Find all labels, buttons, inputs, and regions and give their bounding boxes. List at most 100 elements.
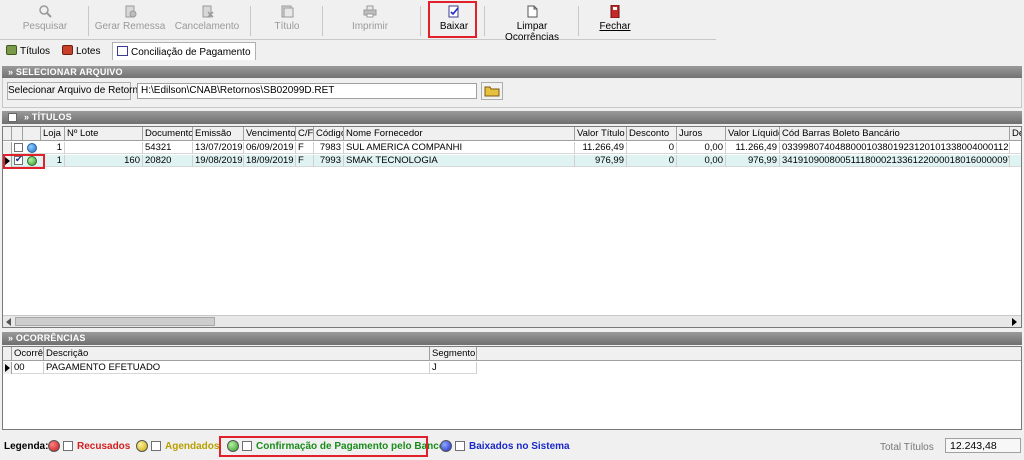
cell-desconto: 0	[627, 142, 677, 154]
col-cf[interactable]: C/F	[296, 127, 314, 141]
gerar-remessa-button[interactable]: Gerar Remessa	[94, 2, 166, 38]
toolbar-separator	[322, 6, 323, 36]
table-row[interactable]: 1 160 20820 19/08/2019 18/09/2019 F 7993…	[3, 154, 1021, 167]
tab-lotes-label: Lotes	[76, 46, 101, 57]
col-codigo[interactable]: Código	[314, 127, 344, 141]
col-loja[interactable]: Loja	[41, 127, 65, 141]
col-liquido[interactable]: Valor Líquido	[726, 127, 780, 141]
titulo-label: Título	[274, 21, 300, 32]
select-all-checkbox[interactable]	[8, 113, 17, 122]
scroll-right-icon[interactable]	[1012, 318, 1017, 326]
cell-vencimento: 18/09/2019	[244, 155, 296, 167]
pesquisar-label: Pesquisar	[22, 21, 68, 32]
cell-fornecedor: SMAK TECNOLOGIA	[344, 155, 575, 167]
col-ocorrencia[interactable]: Ocorrên	[12, 347, 44, 361]
cell-juros: 0,00	[677, 155, 726, 167]
col-vencimento[interactable]: Vencimento	[244, 127, 296, 141]
current-row-arrow-icon	[5, 364, 10, 372]
grid-indicator-header	[3, 347, 12, 361]
legend-label: Legenda:	[4, 441, 49, 452]
cell-fornecedor: SUL AMERICA COMPANHI	[344, 142, 575, 154]
row-indicator	[3, 142, 12, 154]
col-barras[interactable]: Cód Barras Boleto Bancário	[780, 127, 1010, 141]
tab-titulos[interactable]: Títulos	[2, 42, 54, 60]
money-icon	[6, 45, 17, 55]
table-row[interactable]: 00 PAGAMENTO EFETUADO J	[3, 362, 477, 374]
open-folder-button[interactable]	[481, 82, 503, 100]
printer-icon	[363, 5, 377, 18]
cell-valor: 976,99	[575, 155, 627, 167]
red-status-icon	[48, 440, 60, 452]
titulo-button[interactable]: Título	[262, 2, 312, 38]
blue-status-icon	[440, 440, 452, 452]
cell-ocorrencia: 00	[12, 362, 44, 374]
toolbar-separator	[88, 6, 89, 36]
col-descricao[interactable]: Descrição	[44, 347, 430, 361]
file-path-input[interactable]: H:\Edilson\CNAB\Retornos\SB02099D.RET	[137, 83, 477, 99]
col-juros[interactable]: Juros	[677, 127, 726, 141]
row-select-highlight	[3, 154, 45, 169]
toolbar: Pesquisar Gerar Remessa Cancelamento Tít…	[0, 0, 716, 43]
reconcile-icon	[117, 46, 128, 56]
cell-emissao: 13/07/2019	[195, 142, 244, 154]
grid-indicator-header	[3, 127, 12, 141]
folder-icon	[484, 86, 500, 97]
gerar-remessa-label: Gerar Remessa	[94, 21, 166, 32]
cell-juros: 0,00	[677, 142, 726, 154]
cell-desconto: 0	[627, 155, 677, 167]
total-titulos-field: 12.243,48	[945, 438, 1021, 453]
tab-lotes[interactable]: Lotes	[58, 42, 104, 60]
selecionar-arquivo-button[interactable]: Selecionar Arquivo de Retorno	[7, 82, 144, 100]
cell-emissao: 19/08/2019	[195, 155, 244, 167]
ocorrencias-grid: Ocorrên Descrição Segmento 00 PAGAMENTO …	[2, 346, 1022, 430]
tab-conciliacao[interactable]: Conciliação de Pagamento	[112, 42, 256, 60]
grid-check-header	[12, 127, 23, 141]
tab-bar: Títulos Lotes Conciliação de Pagamento	[0, 40, 1024, 60]
cell-segmento: J	[430, 362, 477, 374]
col-fornecedor[interactable]: Nome Fornecedor	[344, 127, 575, 141]
exit-door-icon	[610, 5, 620, 18]
titulos-grid: Loja Nº Lote Documento Emissão Venciment…	[2, 126, 1022, 328]
tab-titulos-label: Títulos	[20, 46, 51, 57]
scroll-left-icon[interactable]	[6, 318, 11, 326]
arquivo-panel: Selecionar Arquivo de Retorno H:\Edilson…	[2, 78, 1022, 108]
scrollbar-thumb[interactable]	[15, 317, 215, 326]
cell-lote: 160	[65, 155, 143, 167]
cell-barras: 3419109008005111800021336122000018016000…	[782, 155, 1010, 167]
toolbar-separator	[420, 6, 421, 36]
cancelamento-button[interactable]: Cancelamento	[172, 2, 242, 38]
ocorrencias-grid-header: Ocorrên Descrição Segmento	[3, 347, 1021, 361]
section-header-titulos: » TÍTULOS	[2, 111, 1022, 124]
agendados-label: Agendados	[165, 441, 220, 452]
section-header-ocorrencias: » OCORRÊNCIAS	[2, 332, 1022, 345]
horizontal-scrollbar[interactable]	[3, 315, 1021, 327]
table-row[interactable]: 1 54321 13/07/2019 06/09/2019 F 7983 SUL…	[3, 142, 1021, 154]
cell-codigo: 7983	[314, 142, 344, 154]
col-segmento[interactable]: Segmento	[430, 347, 477, 361]
recusados-label: Recusados	[77, 441, 131, 452]
limpar-ocorrencias-button[interactable]: Limpar Ocorrências	[492, 2, 572, 43]
fechar-button[interactable]: Fechar	[592, 2, 638, 38]
col-lote[interactable]: Nº Lote	[65, 127, 143, 141]
col-documento[interactable]: Documento	[143, 127, 193, 141]
legend-bar: Legenda: Recusados Agendados Confirmação…	[0, 436, 1024, 458]
yellow-status-icon	[136, 440, 148, 452]
baixar-highlight	[428, 1, 477, 38]
baixados-checkbox[interactable]	[455, 441, 465, 451]
row-checkbox[interactable]	[14, 143, 23, 152]
col-valor[interactable]: Valor Título	[575, 127, 627, 141]
total-titulos-label: Total Títulos	[880, 442, 934, 453]
col-de[interactable]: De	[1010, 127, 1021, 141]
grid-status-header	[23, 127, 41, 141]
col-desconto[interactable]: Desconto	[627, 127, 677, 141]
gear-document-icon	[125, 5, 137, 18]
cell-lote	[65, 142, 143, 154]
pesquisar-button[interactable]: Pesquisar	[10, 2, 80, 38]
stack-icon	[62, 45, 73, 55]
cancel-document-icon	[202, 5, 214, 18]
cell-documento: 20820	[143, 155, 193, 167]
recusados-checkbox[interactable]	[63, 441, 73, 451]
imprimir-button[interactable]: Imprimir	[340, 2, 400, 38]
agendados-checkbox[interactable]	[151, 441, 161, 451]
col-emissao[interactable]: Emissão	[193, 127, 244, 141]
